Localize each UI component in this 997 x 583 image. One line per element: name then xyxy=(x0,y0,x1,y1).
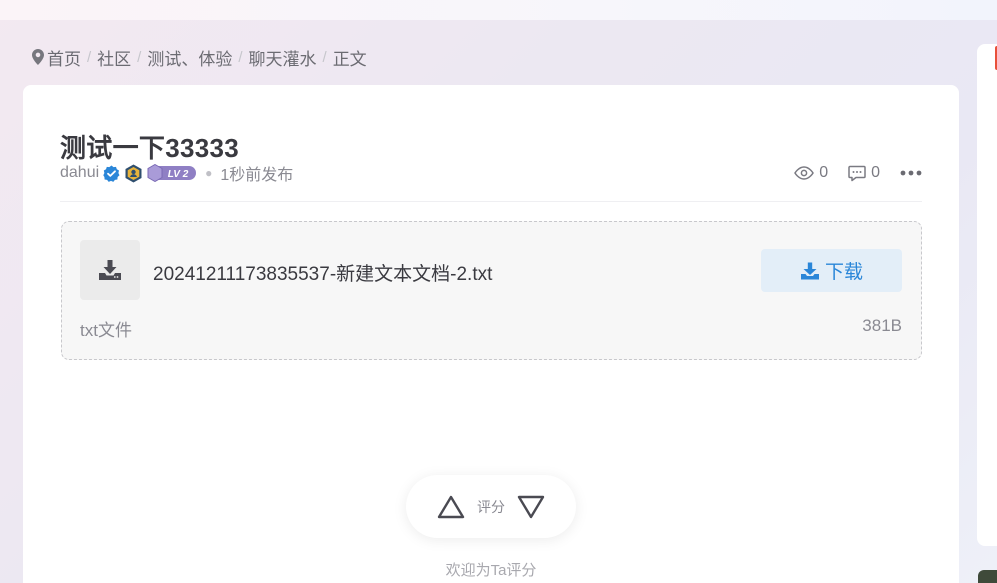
post-meta: dahui LV 2 ● 1秒前发布 0 0 xyxy=(60,162,922,184)
breadcrumb-community[interactable]: 社区 xyxy=(97,45,131,70)
author-name[interactable]: dahui xyxy=(60,164,99,182)
breadcrumb-separator: / xyxy=(322,48,327,66)
attachment-card: 20241211173835537-新建文本文档-2.txt 下载 txt文件 … xyxy=(61,221,922,360)
download-button[interactable]: 下载 xyxy=(761,249,902,292)
download-button-label: 下载 xyxy=(824,262,863,283)
sidebar-thumbnail xyxy=(978,570,997,583)
breadcrumb-current: 正文 xyxy=(332,49,367,69)
rating-hint: 欢迎为Ta评分 xyxy=(445,562,537,579)
view-count-value: 0 xyxy=(819,164,829,181)
triangle-down-icon[interactable] xyxy=(517,495,545,519)
post-card: 测试一下33333 dahui LV 2 ● 1秒前发布 0 0 2024121… xyxy=(23,85,959,583)
meta-separator-dot: ● xyxy=(205,166,213,180)
medal-icon xyxy=(124,164,143,183)
triangle-up-icon[interactable] xyxy=(437,495,465,519)
download-arrow-icon xyxy=(800,262,820,280)
top-bar xyxy=(0,0,997,20)
sidebar-card xyxy=(977,44,997,546)
attachment-file-size: 381B xyxy=(862,316,902,335)
download-tray-icon xyxy=(80,240,140,300)
attachment-file-name: 20241211173835537-新建文本文档-2.txt xyxy=(153,264,493,285)
post-stats: 0 0 xyxy=(794,164,922,182)
breadcrumb: 首页 / 社区 / 测试、体验 / 聊天灌水 / 正文 xyxy=(32,45,367,70)
breadcrumb-home[interactable]: 首页 xyxy=(47,45,81,70)
comment-icon xyxy=(848,165,866,182)
attachment-file-type: txt文件 xyxy=(80,321,132,340)
breadcrumb-chat[interactable]: 聊天灌水 xyxy=(249,45,317,70)
comment-count-value: 0 xyxy=(871,164,880,181)
view-count: 0 xyxy=(794,164,828,182)
level-badge-text: LV 2 xyxy=(168,169,189,180)
location-pin-icon xyxy=(32,49,44,65)
header-divider xyxy=(60,201,922,202)
eye-icon xyxy=(794,166,815,180)
rating-label: 评分 xyxy=(477,498,505,515)
publish-time: 1秒前发布 xyxy=(220,167,294,184)
breadcrumb-separator: / xyxy=(87,48,92,66)
more-dots-icon[interactable] xyxy=(900,170,922,176)
verified-icon xyxy=(103,165,120,182)
breadcrumb-separator: / xyxy=(238,48,243,66)
level-badge: LV 2 xyxy=(147,164,197,182)
breadcrumb-test-experience[interactable]: 测试、体验 xyxy=(147,45,232,70)
post-title: 测试一下33333 xyxy=(60,133,239,164)
rating-widget: 评分 xyxy=(406,475,576,538)
breadcrumb-separator: / xyxy=(137,48,142,66)
comment-count[interactable]: 0 xyxy=(848,164,880,182)
